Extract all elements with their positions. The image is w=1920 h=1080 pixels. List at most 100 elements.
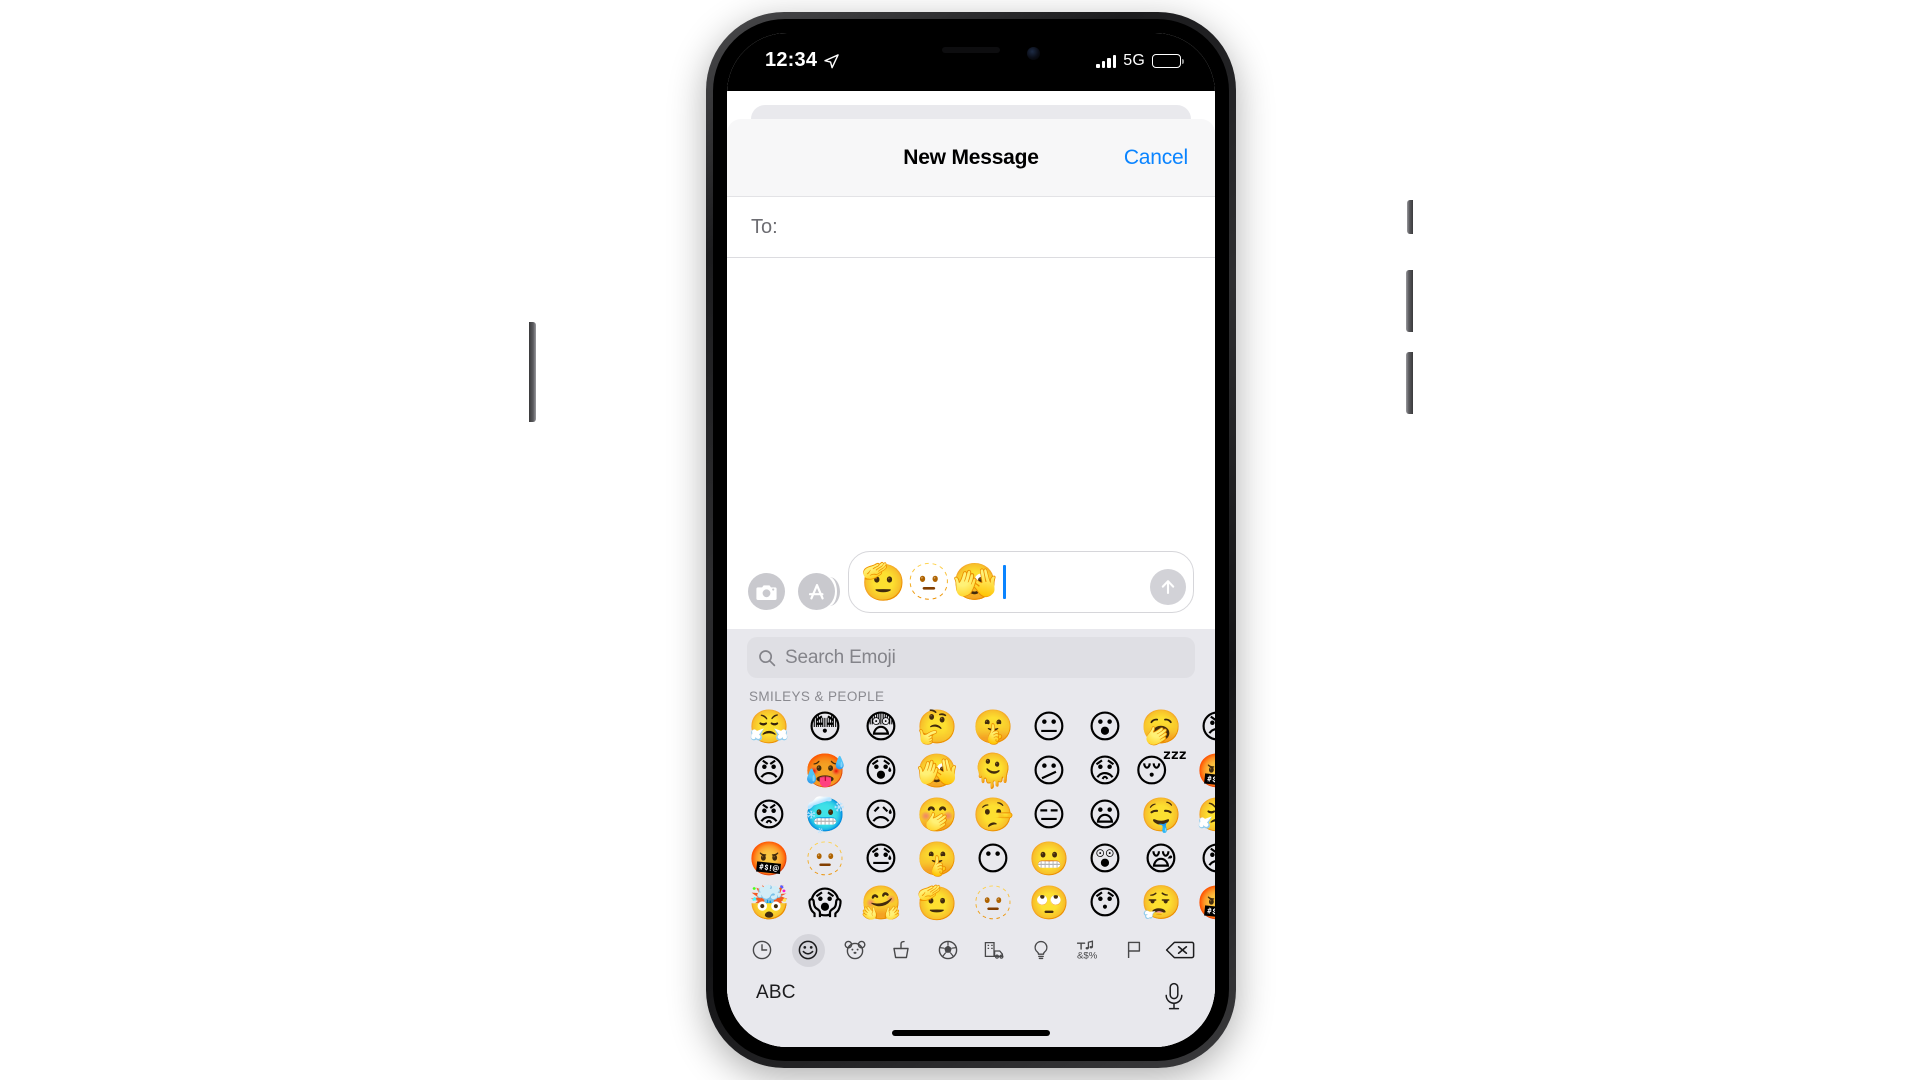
- emoji-category-flags[interactable]: [1117, 934, 1150, 967]
- emoji-key[interactable]: 🥱: [1133, 708, 1189, 746]
- lightbulb-icon: [1034, 940, 1048, 960]
- emoji-key[interactable]: 🤗: [853, 884, 909, 922]
- volume-up-button[interactable]: [1406, 270, 1413, 332]
- emoji-key[interactable]: 😶: [965, 840, 1021, 878]
- dictation-button[interactable]: [1162, 982, 1186, 1017]
- conversation-area: [727, 258, 1215, 541]
- emoji-category-bar: &$%: [727, 925, 1215, 973]
- navigation-bar: New Message Cancel: [727, 119, 1215, 196]
- emoji-search-input[interactable]: Search Emoji: [747, 637, 1195, 678]
- emoji-category-animals[interactable]: [838, 934, 871, 967]
- emoji-key[interactable]: 😪: [1133, 840, 1189, 878]
- emoji-key[interactable]: 🫠: [965, 752, 1021, 790]
- food-icon: [893, 940, 909, 959]
- power-button[interactable]: [529, 322, 536, 422]
- emoji-key[interactable]: 🤭: [909, 796, 965, 834]
- emoji-key[interactable]: 🤥: [965, 796, 1021, 834]
- emoji-key[interactable]: 😤: [741, 708, 797, 746]
- abc-key[interactable]: ABC: [756, 982, 796, 1004]
- emoji-key[interactable]: 😰: [853, 752, 909, 790]
- device-bezel: 12:34 5G New Message Cancel To: 🫡🫥🫣 Sear…: [713, 19, 1229, 1061]
- clock-icon: [752, 940, 771, 960]
- emoji-key[interactable]: 🥵: [797, 752, 853, 790]
- emoji-key[interactable]: 😠: [1189, 840, 1215, 878]
- emoji-key[interactable]: 😓: [853, 840, 909, 878]
- emoji-key[interactable]: 🤤: [1133, 796, 1189, 834]
- emoji-key[interactable]: 😠: [1189, 708, 1215, 746]
- emoji-key[interactable]: 🥶: [797, 796, 853, 834]
- emoji-category-objects[interactable]: [1024, 934, 1057, 967]
- emoji-key[interactable]: 😑: [1021, 796, 1077, 834]
- silence-switch[interactable]: [1407, 200, 1413, 234]
- symbols-icon: &$%: [1077, 940, 1098, 961]
- emoji-row: 😡🥶😥🤭🤥😑😦🤤😤: [741, 796, 1215, 834]
- emoji-key[interactable]: 😕: [1021, 752, 1077, 790]
- car-building-icon: [984, 941, 1004, 959]
- emoji-key[interactable]: 🫥: [965, 884, 1021, 922]
- emoji-keyboard: Search Emoji SMILEYS & PEOPLE 😤😳😨🤔🤫😐😮🥱😠😠…: [727, 629, 1215, 973]
- search-icon: [759, 649, 776, 666]
- emoji-key[interactable]: 🤬: [1189, 884, 1215, 922]
- notch: [868, 33, 1074, 75]
- delete-backspace-button[interactable]: [1164, 934, 1197, 967]
- emoji-key[interactable]: 😱: [797, 884, 853, 922]
- emoji-key[interactable]: 😴: [1133, 752, 1189, 790]
- iphone-device-frame: 12:34 5G New Message Cancel To: 🫡🫥🫣 Sear…: [529, 12, 1413, 1068]
- emoji-key[interactable]: 😤: [1189, 796, 1215, 834]
- emoji-category-travel[interactable]: [978, 934, 1011, 967]
- emoji-key[interactable]: 😠: [741, 752, 797, 790]
- recipient-row[interactable]: To:: [727, 196, 1215, 258]
- camera-button[interactable]: [748, 573, 785, 610]
- keyboard-bottom-row: ABC: [727, 973, 1215, 1047]
- emoji-search-placeholder: Search Emoji: [785, 646, 896, 668]
- soccer-ball-icon: [938, 940, 957, 960]
- emoji-row: 😠🥵😰🫣🫠😕😟😴🤬: [741, 752, 1215, 790]
- volume-down-button[interactable]: [1406, 352, 1413, 414]
- cancel-button[interactable]: Cancel: [1124, 146, 1188, 170]
- emoji-key[interactable]: 😟: [1077, 752, 1133, 790]
- emoji-key[interactable]: 😬: [1021, 840, 1077, 878]
- app-store-button[interactable]: [798, 573, 840, 610]
- emoji-key[interactable]: 🤬: [741, 840, 797, 878]
- earpiece-speaker: [942, 47, 1000, 53]
- emoji-key[interactable]: 😯: [1077, 884, 1133, 922]
- emoji-row: 🤯😱🤗🫡🫥🙄😯😮‍💨🤬: [741, 884, 1215, 922]
- emoji-key[interactable]: 🫣: [909, 752, 965, 790]
- send-button[interactable]: [1150, 569, 1186, 605]
- emoji-key[interactable]: 🫥: [797, 840, 853, 878]
- emoji-category-smileys[interactable]: [791, 933, 825, 967]
- emoji-key[interactable]: 😮: [1077, 708, 1133, 746]
- emoji-key[interactable]: 🙄: [1021, 884, 1077, 922]
- device-screen: 12:34 5G New Message Cancel To: 🫡🫥🫣 Sear…: [727, 33, 1215, 1047]
- emoji-category-symbols[interactable]: &$%: [1071, 934, 1104, 967]
- emoji-key[interactable]: 🤫: [965, 708, 1021, 746]
- emoji-key[interactable]: 😐: [1021, 708, 1077, 746]
- emoji-key[interactable]: 😥: [853, 796, 909, 834]
- bear-icon: [844, 940, 866, 960]
- emoji-key[interactable]: 😡: [741, 796, 797, 834]
- status-bar-left: 12:34: [765, 49, 839, 72]
- emoji-category-activity[interactable]: [931, 934, 964, 967]
- message-input-bar: 🫡🫥🫣: [727, 541, 1215, 629]
- emoji-key[interactable]: 🤔: [909, 708, 965, 746]
- emoji-key[interactable]: 🤫: [909, 840, 965, 878]
- emoji-key[interactable]: 😳: [797, 708, 853, 746]
- emoji-key[interactable]: 😦: [1077, 796, 1133, 834]
- network-type-label: 5G: [1123, 52, 1145, 69]
- emoji-key[interactable]: 😨: [853, 708, 909, 746]
- message-text-field[interactable]: 🫡🫥🫣: [848, 551, 1194, 613]
- status-bar-right: 5G: [1096, 52, 1184, 70]
- location-arrow-icon: [824, 53, 839, 68]
- emoji-key[interactable]: 🤯: [741, 884, 797, 922]
- emoji-key[interactable]: 🤬: [1189, 752, 1215, 790]
- emoji-category-food[interactable]: [885, 934, 918, 967]
- emoji-category-recents[interactable]: [745, 934, 778, 967]
- emoji-key[interactable]: 😲: [1077, 840, 1133, 878]
- typed-message-text: 🫡🫥🫣: [861, 561, 999, 602]
- emoji-grid: 😤😳😨🤔🤫😐😮🥱😠😠🥵😰🫣🫠😕😟😴🤬😡🥶😥🤭🤥😑😦🤤😤🤬🫥😓🤫😶😬😲😪😠🤯😱🤗🫡…: [727, 708, 1215, 925]
- emoji-row: 🤬🫥😓🤫😶😬😲😪😠: [741, 840, 1215, 878]
- home-indicator[interactable]: [892, 1030, 1050, 1036]
- emoji-key[interactable]: 🫡: [909, 884, 965, 922]
- emoji-key[interactable]: 😮‍💨: [1133, 884, 1189, 922]
- page-title: New Message: [903, 145, 1039, 169]
